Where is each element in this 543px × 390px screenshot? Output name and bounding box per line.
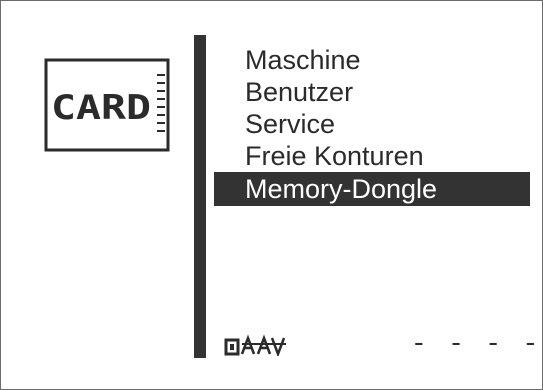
key-code-icon xyxy=(224,334,286,356)
menu-item-service[interactable]: Service xyxy=(214,108,530,140)
main-menu: Maschine Benutzer Service Freie Konturen… xyxy=(214,44,530,206)
vertical-divider xyxy=(194,35,206,358)
card-icon-label: CARD xyxy=(51,88,151,128)
memory-card-icon: CARD xyxy=(44,58,170,152)
menu-item-freie-konturen[interactable]: Freie Konturen xyxy=(214,140,530,172)
display-screen: CARD Maschine Benutzer Service Freie Kon… xyxy=(0,0,543,390)
menu-item-memory-dongle[interactable]: Memory-Dongle xyxy=(214,172,530,206)
dongle-code-value: - - - - xyxy=(411,329,542,359)
menu-item-maschine[interactable]: Maschine xyxy=(214,44,530,76)
menu-item-benutzer[interactable]: Benutzer xyxy=(214,76,530,108)
